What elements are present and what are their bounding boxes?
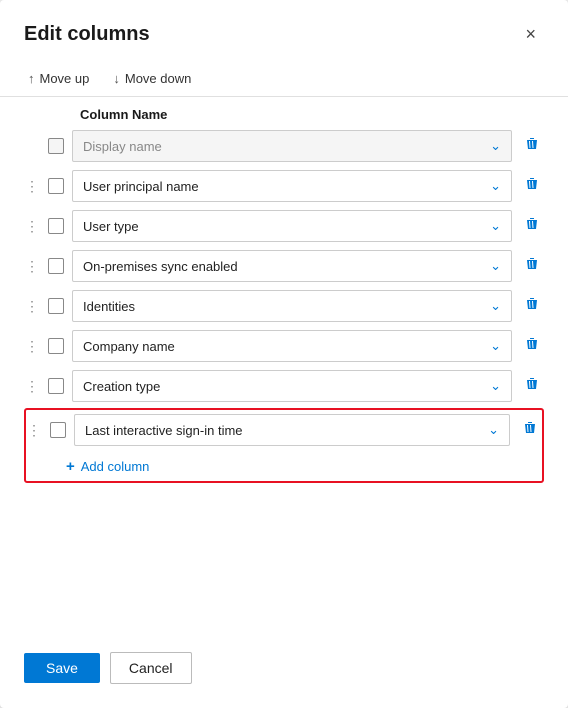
drag-handle-icon[interactable]: ⋮	[24, 218, 40, 235]
add-icon: +	[66, 458, 75, 475]
column-select[interactable]: User type ⌄	[72, 210, 512, 242]
column-select[interactable]: Last interactive sign-in time ⌄	[74, 414, 510, 446]
column-list: Display name ⌄ ⋮ User principal name ⌄ ⋮ Use…	[0, 128, 568, 632]
chevron-down-icon: ⌄	[490, 258, 501, 274]
column-select-label: On-premises sync enabled	[83, 259, 238, 274]
dialog-title: Edit columns	[24, 23, 150, 46]
row-checkbox[interactable]	[48, 178, 64, 194]
row-checkbox[interactable]	[48, 258, 64, 274]
column-select-label: Identities	[83, 299, 135, 314]
table-row: ⋮ Identities ⌄	[24, 288, 544, 324]
drag-handle-icon[interactable]: ⋮	[24, 178, 40, 195]
move-up-button[interactable]: ↑ Move up	[24, 69, 93, 88]
add-column-label: Add column	[81, 459, 150, 474]
move-up-icon: ↑	[28, 71, 35, 86]
row-checkbox	[48, 138, 64, 154]
table-row: ⋮ Company name ⌄	[24, 328, 544, 364]
dialog-header: Edit columns ×	[0, 0, 568, 61]
drag-handle-icon[interactable]: ⋮	[24, 258, 40, 275]
column-select-label: Last interactive sign-in time	[85, 423, 243, 438]
move-down-label: Move down	[125, 71, 191, 86]
column-select-label: Creation type	[83, 379, 160, 394]
edit-columns-dialog: Edit columns × ↑ Move up ↓ Move down Col…	[0, 0, 568, 708]
column-name-header: Column Name	[0, 97, 568, 128]
close-button[interactable]: ×	[517, 20, 544, 49]
column-select-label: User type	[83, 219, 139, 234]
save-button[interactable]: Save	[24, 653, 100, 683]
delete-column-button[interactable]	[520, 254, 544, 279]
column-select-label: User principal name	[83, 179, 199, 194]
column-select[interactable]: Creation type ⌄	[72, 370, 512, 402]
column-select-label: Company name	[83, 339, 175, 354]
table-row: ⋮ User principal name ⌄	[24, 168, 544, 204]
table-row: ⋮ User type ⌄	[24, 208, 544, 244]
column-select[interactable]: Identities ⌄	[72, 290, 512, 322]
row-checkbox[interactable]	[48, 298, 64, 314]
delete-column-button[interactable]	[520, 294, 544, 319]
row-checkbox[interactable]	[48, 218, 64, 234]
chevron-down-icon: ⌄	[490, 218, 501, 234]
cancel-button[interactable]: Cancel	[110, 652, 192, 684]
chevron-down-icon: ⌄	[488, 422, 499, 438]
move-down-button[interactable]: ↓ Move down	[109, 69, 195, 88]
chevron-down-icon: ⌄	[490, 338, 501, 354]
highlighted-section: ⋮ Last interactive sign-in time ⌄ + Add col…	[24, 408, 544, 483]
delete-column-button[interactable]	[520, 334, 544, 359]
column-select[interactable]: Company name ⌄	[72, 330, 512, 362]
add-column-button[interactable]: + Add column	[26, 452, 542, 479]
table-row: ⋮ Last interactive sign-in time ⌄	[26, 412, 542, 448]
drag-handle-icon[interactable]: ⋮	[24, 298, 40, 315]
chevron-down-icon: ⌄	[490, 298, 501, 314]
row-checkbox[interactable]	[50, 422, 66, 438]
table-row: ⋮ On-premises sync enabled ⌄	[24, 248, 544, 284]
table-row: Display name ⌄	[24, 128, 544, 164]
drag-handle-icon[interactable]: ⋮	[24, 378, 40, 395]
column-select[interactable]: On-premises sync enabled ⌄	[72, 250, 512, 282]
delete-column-button[interactable]	[520, 214, 544, 239]
delete-column-button[interactable]	[520, 174, 544, 199]
column-select[interactable]: Display name ⌄	[72, 130, 512, 162]
row-checkbox[interactable]	[48, 378, 64, 394]
move-up-label: Move up	[40, 71, 90, 86]
chevron-down-icon: ⌄	[490, 138, 501, 154]
delete-column-button[interactable]	[520, 374, 544, 399]
delete-column-button[interactable]	[518, 418, 542, 443]
column-select[interactable]: User principal name ⌄	[72, 170, 512, 202]
toolbar: ↑ Move up ↓ Move down	[0, 61, 568, 97]
column-select-label: Display name	[83, 139, 162, 154]
drag-handle-icon[interactable]: ⋮	[26, 422, 42, 439]
drag-handle-icon[interactable]: ⋮	[24, 338, 40, 355]
move-down-icon: ↓	[113, 71, 120, 86]
row-checkbox[interactable]	[48, 338, 64, 354]
chevron-down-icon: ⌄	[490, 378, 501, 394]
delete-column-button	[520, 134, 544, 159]
table-row: ⋮ Creation type ⌄	[24, 368, 544, 404]
dialog-footer: Save Cancel	[0, 632, 568, 708]
chevron-down-icon: ⌄	[490, 178, 501, 194]
